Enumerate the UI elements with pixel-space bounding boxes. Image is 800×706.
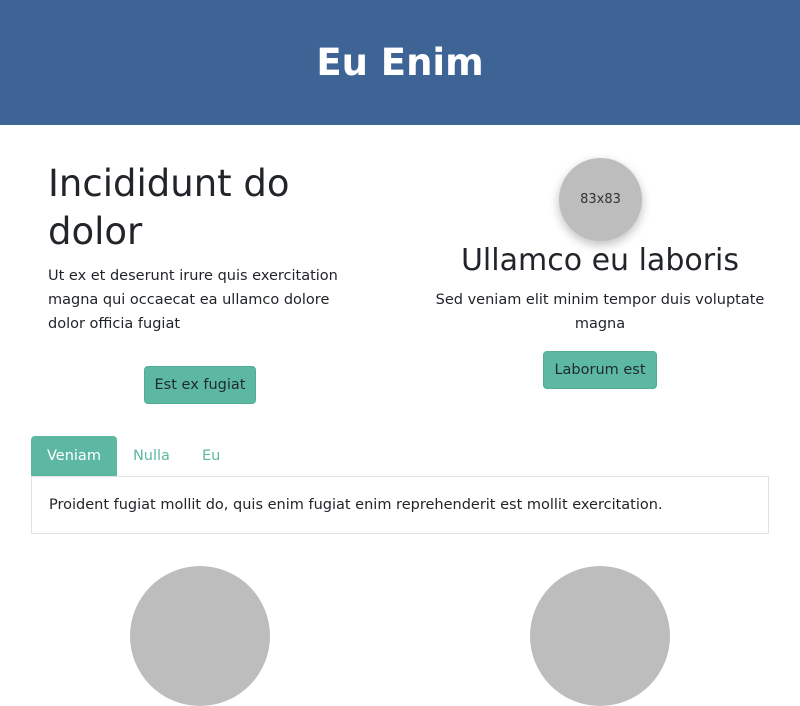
avatar-placeholder: 83x83 <box>559 158 642 241</box>
image-placeholder-left <box>130 566 270 706</box>
page-title: Eu Enim <box>316 41 484 84</box>
page-header: Eu Enim <box>0 0 800 125</box>
left-feature: Incididunt do dolor Ut ex et deserunt ir… <box>48 160 348 336</box>
laborum-est-button[interactable]: Laborum est <box>543 351 657 389</box>
left-text: Ut ex et deserunt irure quis exercitatio… <box>48 268 338 332</box>
right-text: Sed veniam elit minim tempor duis volupt… <box>435 292 765 332</box>
left-heading: Incididunt do dolor <box>48 162 290 253</box>
tab-panel-text: Proident fugiat mollit do, quis enim fug… <box>49 497 663 513</box>
tab-veniam[interactable]: Veniam <box>31 436 117 476</box>
est-ex-fugiat-button[interactable]: Est ex fugiat <box>144 366 256 404</box>
tab-panel: Proident fugiat mollit do, quis enim fug… <box>31 476 769 534</box>
tab-bar: Veniam Nulla Eu <box>31 436 236 476</box>
tab-nulla[interactable]: Nulla <box>117 436 186 476</box>
right-heading: Ullamco eu laboris <box>460 243 740 278</box>
tab-eu[interactable]: Eu <box>186 436 236 476</box>
image-placeholder-right <box>530 566 670 706</box>
